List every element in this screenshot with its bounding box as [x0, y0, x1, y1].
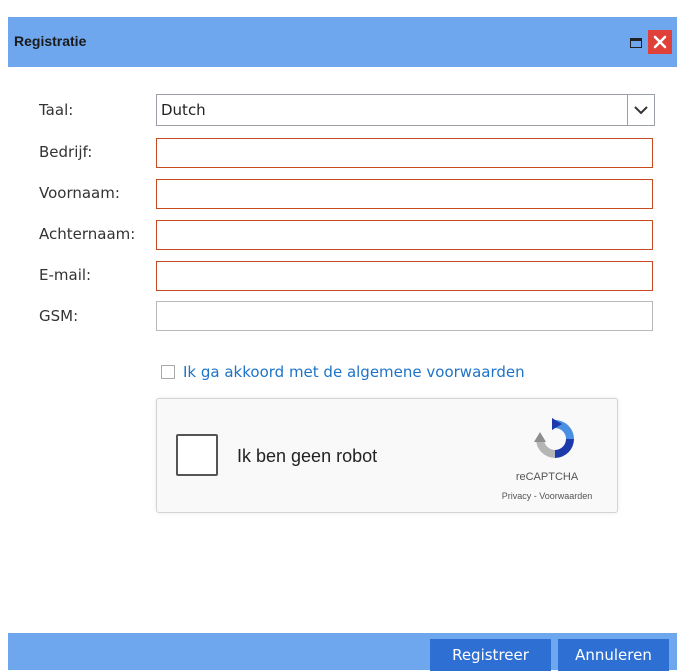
recaptcha-links[interactable]: Privacy - Voorwaarden	[457, 491, 637, 501]
maximize-button[interactable]	[627, 34, 645, 52]
company-field[interactable]	[156, 138, 653, 168]
recaptcha-label: Ik ben geen robot	[237, 446, 378, 466]
firstname-row: Voornaam:	[8, 177, 677, 211]
email-row: E-mail:	[8, 259, 677, 293]
lastname-field[interactable]	[156, 220, 653, 250]
close-button[interactable]	[648, 30, 672, 54]
registration-dialog: Registratie Taal: Dutch Bedrijf: Voornaa…	[8, 17, 677, 671]
company-label: Bedrijf:	[39, 143, 93, 161]
email-field[interactable]	[156, 261, 653, 291]
company-row: Bedrijf:	[8, 136, 677, 170]
register-button[interactable]: Registreer	[430, 639, 551, 671]
language-label: Taal:	[39, 101, 74, 119]
language-select[interactable]: Dutch	[156, 94, 655, 126]
dialog-titlebar[interactable]: Registratie	[8, 17, 677, 67]
terms-agreement: Ik ga akkoord met de algemene voorwaarde…	[161, 363, 525, 381]
email-label: E-mail:	[39, 266, 92, 284]
terms-checkbox[interactable]	[161, 365, 175, 379]
mobile-row: GSM:	[8, 300, 677, 334]
recaptcha-widget: Ik ben geen robot reCAPTCHA Privacy - Vo…	[156, 398, 618, 513]
lastname-label: Achternaam:	[39, 225, 136, 243]
recaptcha-logo-icon	[534, 418, 574, 458]
terms-link[interactable]: Ik ga akkoord met de algemene voorwaarde…	[183, 363, 525, 381]
maximize-icon	[630, 38, 642, 48]
chevron-down-icon[interactable]	[632, 101, 650, 119]
cancel-button[interactable]: Annuleren	[558, 639, 669, 671]
recaptcha-checkbox[interactable]	[176, 434, 218, 476]
firstname-field[interactable]	[156, 179, 653, 209]
recaptcha-brand: reCAPTCHA	[515, 471, 579, 483]
dialog-footer: Registreer Annuleren	[8, 633, 677, 671]
mobile-field[interactable]	[156, 301, 653, 331]
firstname-label: Voornaam:	[39, 184, 120, 202]
dialog-title: Registratie	[14, 33, 87, 49]
language-value: Dutch	[161, 101, 206, 119]
dialog-content: Taal: Dutch Bedrijf: Voornaam: Achternaa…	[8, 67, 677, 633]
lastname-row: Achternaam:	[8, 218, 677, 252]
language-row: Taal: Dutch	[8, 94, 677, 128]
mobile-label: GSM:	[39, 307, 79, 325]
close-icon	[653, 35, 667, 49]
select-divider	[627, 95, 628, 125]
